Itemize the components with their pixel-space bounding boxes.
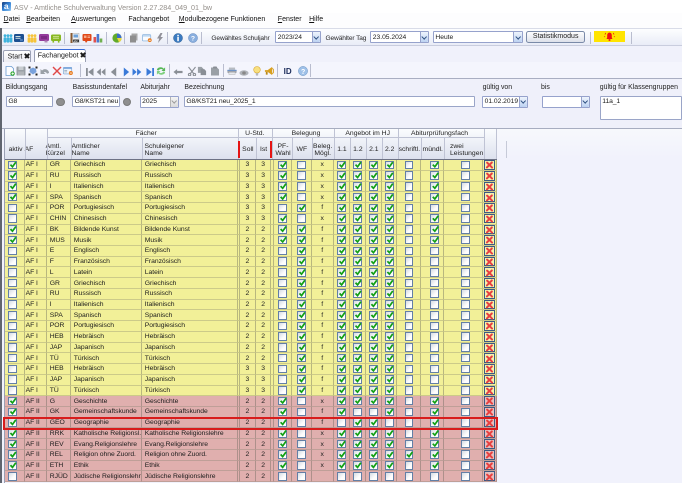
svg-text:?: ? — [301, 69, 305, 76]
svg-text:abc: abc — [73, 39, 78, 43]
svg-text:?: ? — [191, 35, 195, 42]
